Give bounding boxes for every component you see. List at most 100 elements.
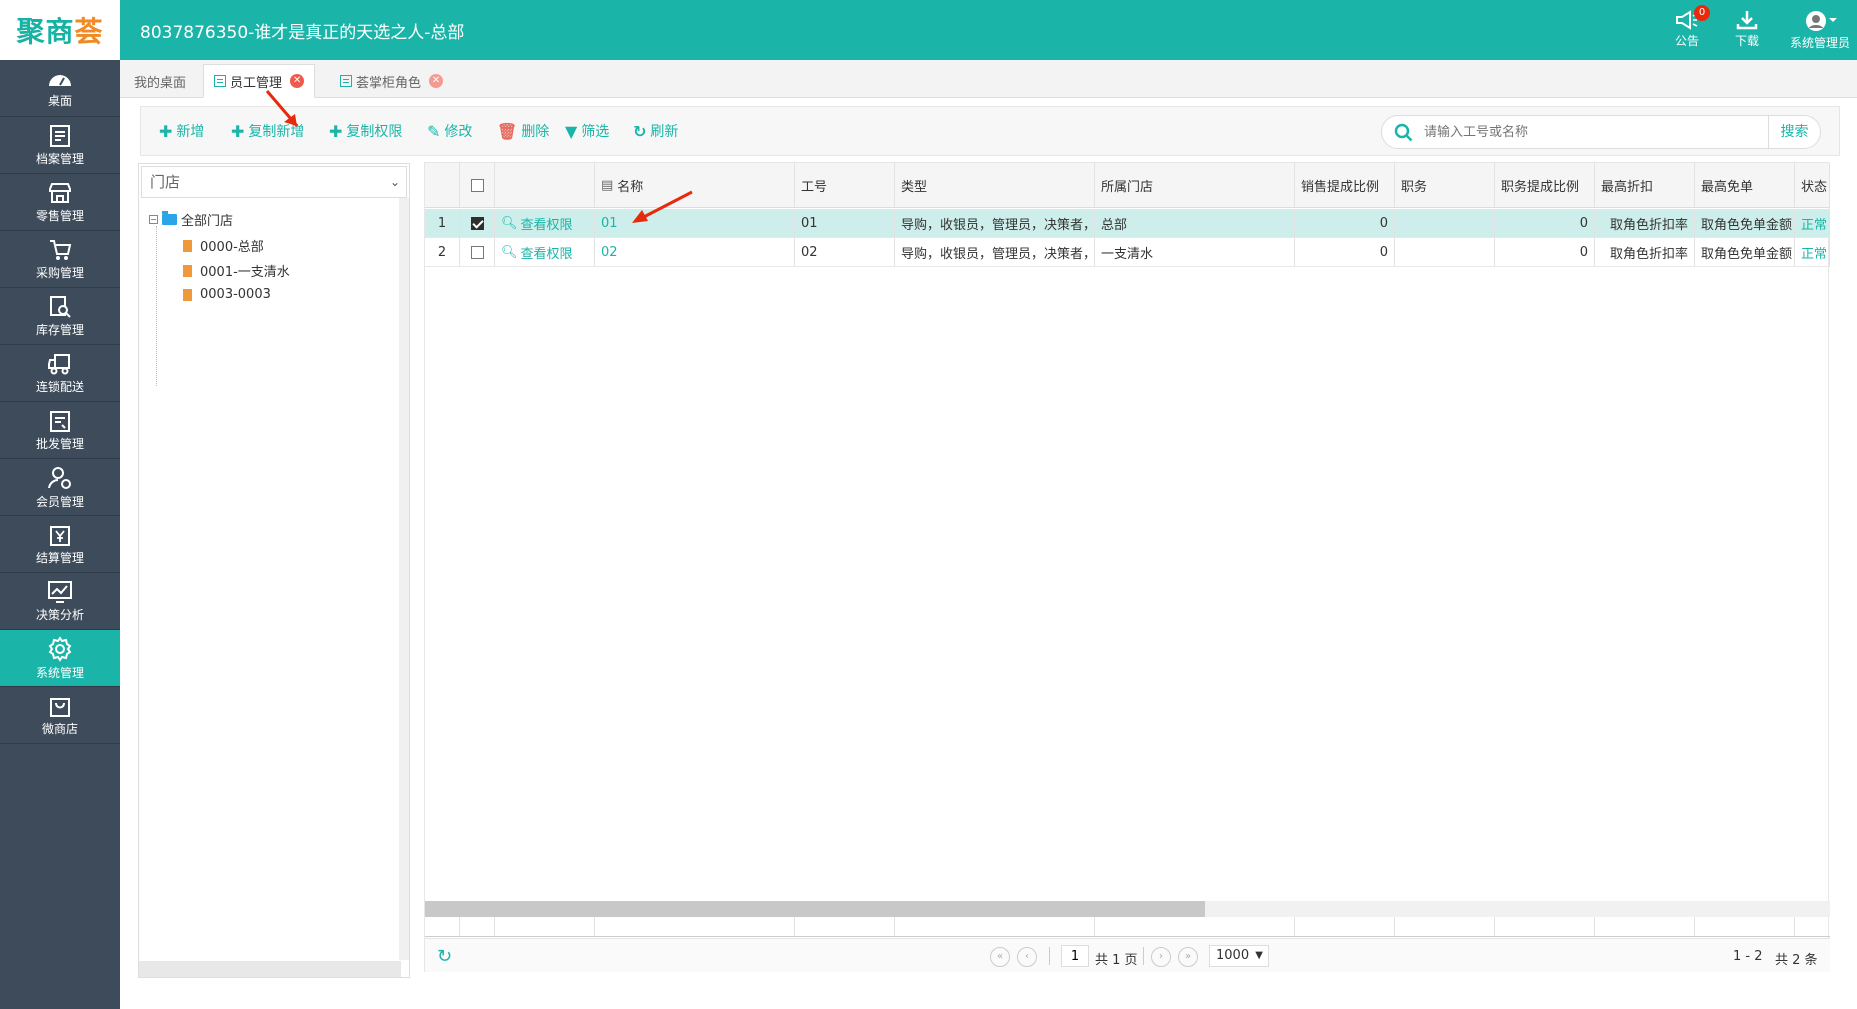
user-label: 系统管理员 [1789,36,1850,50]
add-button[interactable]: ✚ 新增 [159,121,204,141]
filter-button[interactable]: ▼ 筛选 [565,121,609,141]
column-header-max-discount[interactable]: 最高折扣 [1595,163,1695,207]
tree-item[interactable]: 0000-总部 [183,236,264,255]
avatar-icon [1806,11,1837,31]
download-label: 下载 [1734,34,1759,48]
search-input[interactable] [1424,116,1734,148]
tab-employee-management[interactable]: 员工管理 ✕ [203,64,316,98]
settlement-icon [50,525,70,546]
zoom-icon: 🔍︎ [501,215,518,231]
column-header-sales-commission[interactable]: 销售提成比例 [1295,163,1395,207]
delete-button[interactable]: 🗑 删除 [497,121,549,141]
status-badge: 正常 [1795,238,1830,266]
download-button[interactable]: 下载 [1722,10,1772,49]
employee-grid: ▤ 名称 工号 类型 所属门店 销售提成比例 职务 职务提成比例 最高折扣 最高免… [424,162,1830,972]
file-icon [183,239,192,252]
tab-desktop[interactable]: 我的桌面 [124,64,196,98]
prev-page-button[interactable]: ‹ [1017,947,1037,967]
sidebar: 桌面 档案管理 零售管理 采购管理 库存管理 连锁配送 批发管理 会员管理 结算… [0,60,120,1009]
tree-item[interactable]: 0001-一支清水 [183,261,290,280]
close-icon[interactable]: ✕ [290,74,305,88]
edit-icon: ✎ [427,121,441,141]
horizontal-scrollbar[interactable] [139,961,401,977]
column-header-position-commission[interactable]: 职务提成比例 [1495,163,1595,207]
view-permission-link[interactable]: 🔍︎ 查看权限 [495,209,595,237]
archive-icon [50,124,70,147]
notice-label: 公告 [1674,34,1699,48]
search-button[interactable]: 搜索 [1768,116,1820,148]
page-number-input[interactable] [1061,945,1089,967]
copy-add-button[interactable]: ✚ 复制新增 [231,121,304,141]
sidebar-item-purchase[interactable]: 采购管理 [0,231,120,288]
search-icon [1394,123,1413,142]
sidebar-item-wholesale[interactable]: 批发管理 [0,402,120,459]
trash-icon: 🗑 [497,121,518,141]
cart-icon [50,239,72,260]
list-icon [214,75,226,87]
sidebar-item-archive[interactable]: 档案管理 [0,117,120,174]
tab-role[interactable]: 荟掌柜角色 ✕ [330,64,453,98]
file-icon [183,288,192,301]
dashboard-icon [49,74,71,86]
page-size-select[interactable]: 1000 ▼ [1209,945,1269,967]
first-page-button[interactable]: « [990,947,1010,967]
edit-button[interactable]: ✎ 修改 [427,121,472,141]
top-bar: 聚商荟 8037876350-谁才是真正的天选之人-总部 0 公告 下载 系统管… [0,0,1857,60]
folder-open-icon [162,211,177,225]
store-icon [49,182,71,203]
sidebar-item-member[interactable]: 会员管理 [0,459,120,516]
table-row[interactable]: 2 🔍︎ 查看权限 02 02 导购，收银员，管理员，决策者， 一支清水 0 0 … [425,238,1830,267]
column-header-type[interactable]: 类型 [895,163,1095,207]
chevron-down-icon: ⌄ [389,175,400,189]
collapse-icon[interactable]: − [149,215,158,224]
pager: ↻ « ‹ 共 1 页 › » 1000▼ 1 - 2 共 2 条 [425,938,1830,972]
copy-permission-button[interactable]: ✚ 复制权限 [329,121,402,141]
chevron-down-icon: ▼ [1255,950,1263,961]
column-header-name[interactable]: ▤ 名称 [595,163,795,207]
tree-root[interactable]: − 全部门店 [149,210,233,229]
sidebar-item-inventory[interactable]: 库存管理 [0,288,120,345]
close-icon[interactable]: ✕ [429,74,444,88]
sidebar-item-retail[interactable]: 零售管理 [0,174,120,231]
truck-icon [48,353,70,374]
sidebar-item-desktop[interactable]: 桌面 [0,60,120,117]
plus-icon: ✚ [159,121,173,141]
sidebar-item-system[interactable]: 系统管理 [0,630,120,687]
tree-item[interactable]: 0003-0003 [183,287,271,302]
sidebar-item-settlement[interactable]: 结算管理 [0,516,120,573]
store-select[interactable]: 门店 ⌄ [141,166,407,198]
plus-icon: ✚ [231,121,245,141]
row-checkbox[interactable] [470,216,484,230]
column-header-code[interactable]: 工号 [795,163,895,207]
table-row[interactable]: 1 🔍︎ 查看权限 01 01 导购，收银员，管理员，决策者， 总部 0 0 取角… [425,209,1830,238]
last-page-button[interactable]: » [1178,947,1198,967]
view-permission-link[interactable]: 🔍︎ 查看权限 [495,238,595,266]
chart-icon [48,580,72,603]
file-icon [183,264,192,277]
sidebar-item-microstore[interactable]: 微商店 [0,687,120,744]
employee-name-link[interactable]: 02 [595,238,795,266]
user-menu[interactable]: 系统管理员 [1784,10,1856,51]
notice-button[interactable]: 0 公告 [1662,5,1712,49]
status-badge: 正常 [1795,209,1830,237]
column-header-status[interactable]: 状态 [1795,163,1830,207]
sidebar-item-delivery[interactable]: 连锁配送 [0,345,120,402]
employee-name-link[interactable]: 01 [595,209,795,237]
scrollbar-thumb[interactable] [425,901,1205,917]
grid-horizontal-scrollbar[interactable] [425,901,1830,917]
notice-badge: 0 [1694,5,1710,21]
refresh-button[interactable]: ↻ 刷新 [633,121,678,141]
download-icon [1736,11,1758,30]
record-range: 1 - 2 [1733,949,1763,964]
vertical-scrollbar[interactable] [399,198,409,960]
search-box: 搜索 [1381,115,1821,149]
column-header-max-free[interactable]: 最高免单 [1695,163,1795,207]
column-header-store[interactable]: 所属门店 [1095,163,1295,207]
select-all-checkbox[interactable] [470,178,484,192]
refresh-icon[interactable]: ↻ [437,946,452,967]
next-page-button[interactable]: › [1151,947,1171,967]
column-header-position[interactable]: 职务 [1395,163,1495,207]
store-tree-panel: 门店 ⌄ − 全部门店 0000-总部 0001-一支清水 0003-0003 [138,163,410,978]
row-checkbox[interactable] [470,245,484,259]
sidebar-item-analysis[interactable]: 决策分析 [0,573,120,630]
